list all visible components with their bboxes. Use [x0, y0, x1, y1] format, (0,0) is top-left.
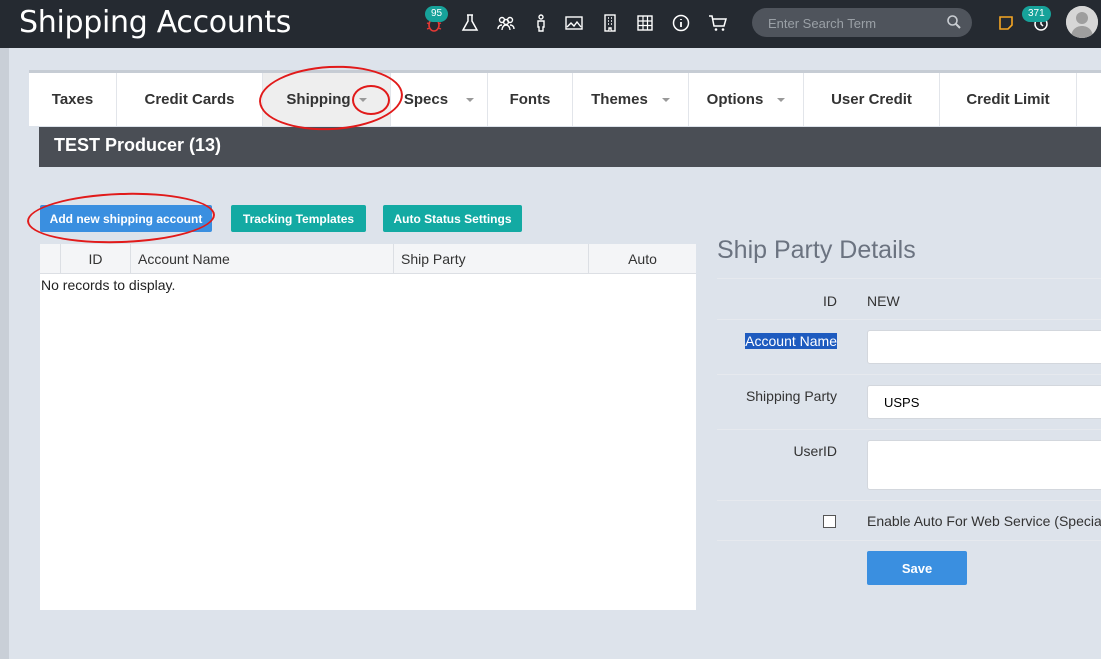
flask-icon[interactable]: [459, 12, 481, 34]
account-name-label: Account Name: [745, 333, 837, 349]
divider: [717, 278, 1101, 279]
column-header-ship-party[interactable]: Ship Party: [394, 244, 589, 273]
chevron-down-icon[interactable]: [358, 97, 367, 102]
tab-fonts[interactable]: Fonts: [488, 73, 573, 126]
left-strip: [0, 48, 9, 659]
shipping-party-label: Shipping Party: [745, 388, 837, 404]
id-label: ID: [823, 293, 837, 309]
grid-select-column[interactable]: [40, 244, 61, 273]
empty-message: No records to display.: [41, 277, 176, 293]
userid-input[interactable]: [868, 441, 1101, 489]
column-header-auto[interactable]: Auto: [589, 244, 696, 273]
table-icon[interactable]: [634, 12, 656, 34]
userid-field[interactable]: [867, 440, 1101, 490]
tab-credit-limit[interactable]: Credit Limit: [940, 73, 1077, 126]
tracking-templates-button[interactable]: Tracking Templates: [231, 205, 366, 232]
tab-shipping[interactable]: Shipping: [263, 73, 391, 126]
building-icon[interactable]: [599, 12, 621, 34]
search-input[interactable]: [766, 8, 940, 39]
shipping-party-input[interactable]: [868, 386, 1101, 418]
divider: [717, 540, 1101, 541]
tab-credit-cards[interactable]: Credit Cards: [117, 73, 263, 126]
page-title: Shipping Accounts: [19, 5, 292, 40]
search-box[interactable]: [752, 8, 972, 39]
userid-label: UserID: [793, 443, 837, 459]
info-icon[interactable]: [670, 12, 692, 34]
tab-user-credit[interactable]: User Credit: [804, 73, 940, 126]
accounts-grid: ID Account Name Ship Party Auto No recor…: [40, 244, 696, 610]
bug-count-badge: 95: [425, 6, 449, 22]
column-header-account-name[interactable]: Account Name: [131, 244, 394, 273]
save-button[interactable]: Save: [867, 551, 967, 585]
search-icon[interactable]: [946, 14, 962, 30]
details-title: Ship Party Details: [717, 236, 916, 264]
sticky-note-icon[interactable]: [995, 12, 1017, 34]
people-icon[interactable]: [495, 12, 517, 34]
account-name-input[interactable]: [868, 331, 1101, 363]
enable-auto-checkbox[interactable]: [823, 515, 836, 528]
producer-header: TEST Producer (13): [39, 127, 1101, 167]
tab-options[interactable]: Options: [689, 73, 804, 126]
ship-party-details: Ship Party Details ID NEW Account Name S…: [717, 230, 1101, 630]
shipping-party-select[interactable]: [867, 385, 1101, 419]
auto-status-settings-button[interactable]: Auto Status Settings: [383, 205, 522, 232]
producer-name: TEST Producer (13): [54, 135, 222, 155]
cart-icon[interactable]: [707, 12, 729, 34]
tab-themes[interactable]: Themes: [573, 73, 689, 126]
person-icon[interactable]: [530, 12, 552, 34]
chevron-down-icon[interactable]: [466, 97, 475, 102]
chevron-down-icon[interactable]: [661, 97, 670, 102]
column-header-id[interactable]: ID: [61, 244, 131, 273]
add-shipping-account-button[interactable]: Add new shipping account: [40, 205, 212, 232]
id-value: NEW: [867, 293, 900, 309]
top-bar: Shipping Accounts 95 371: [0, 0, 1101, 48]
account-name-field[interactable]: [867, 330, 1101, 364]
avatar[interactable]: [1066, 6, 1098, 38]
tab-specs[interactable]: Specs: [391, 73, 488, 126]
divider: [717, 374, 1101, 375]
image-icon[interactable]: [563, 12, 585, 34]
chevron-down-icon[interactable]: [777, 97, 786, 102]
divider: [717, 319, 1101, 320]
divider: [717, 500, 1101, 501]
grid-header: ID Account Name Ship Party Auto: [40, 244, 696, 274]
tab-bar: Taxes Credit Cards Shipping Specs Fonts …: [29, 70, 1101, 126]
enable-auto-label: Enable Auto For Web Service (Special: [867, 513, 1101, 529]
tab-taxes[interactable]: Taxes: [29, 73, 117, 126]
history-count-badge: 371: [1022, 6, 1051, 22]
divider: [717, 429, 1101, 430]
